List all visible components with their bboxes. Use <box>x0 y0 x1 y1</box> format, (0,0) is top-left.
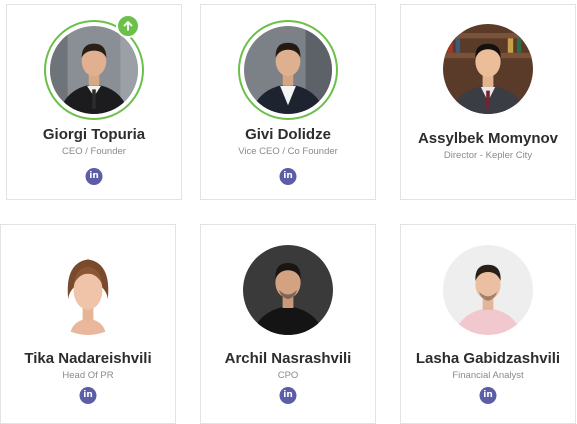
team-card-lasha-gabidzashvili: Lasha Gabidzashvili Financial Analyst in <box>400 224 576 424</box>
team-card-assylbek-momynov: Assylbek Momynov Director - Kepler City <box>400 4 576 200</box>
team-card-givi-dolidze: Givi Dolidze Vice CEO / Co Founder in <box>200 4 376 200</box>
avatar <box>43 245 133 335</box>
member-name: Giorgi Topuria <box>42 126 146 143</box>
avatar <box>443 24 533 114</box>
team-card-tika-nadareishvili: Tika Nadareishvili Head Of PR in <box>0 224 176 424</box>
linkedin-icon[interactable]: in <box>79 387 97 404</box>
avatar <box>443 245 533 335</box>
avatar-frame <box>443 245 533 335</box>
member-name: Assylbek Momynov <box>417 130 559 147</box>
avatar <box>50 26 138 114</box>
member-name: Lasha Gabidzashvili <box>415 350 561 367</box>
member-role: Head Of PR <box>62 370 114 381</box>
member-role: CPO <box>277 370 299 381</box>
member-name: Archil Nasrashvili <box>224 350 352 367</box>
member-name: Tika Nadareishvili <box>24 350 152 367</box>
member-role: CEO / Founder <box>62 146 126 157</box>
member-role: Director - Kepler City <box>443 150 533 161</box>
avatar <box>244 26 332 114</box>
linkedin-icon[interactable]: in <box>85 168 103 185</box>
member-name: Givi Dolidze <box>245 126 331 143</box>
linkedin-icon[interactable]: in <box>279 387 297 404</box>
arrow-up-icon <box>123 21 133 31</box>
avatar-frame <box>443 24 533 114</box>
member-role: Vice CEO / Co Founder <box>238 146 338 157</box>
linkedin-icon[interactable]: in <box>279 168 297 185</box>
upgrade-badge <box>116 14 140 38</box>
avatar <box>243 245 333 335</box>
team-card-archil-nasrashvili: Archil Nasrashvili CPO in <box>200 224 376 424</box>
member-role: Financial Analyst <box>452 370 524 381</box>
linkedin-icon[interactable]: in <box>479 387 497 404</box>
avatar-frame <box>243 245 333 335</box>
avatar-ring <box>44 14 144 120</box>
team-card-giorgi-topuria: Giorgi Topuria CEO / Founder in <box>6 4 182 200</box>
avatar-frame <box>43 245 133 335</box>
avatar-ring <box>238 20 338 120</box>
